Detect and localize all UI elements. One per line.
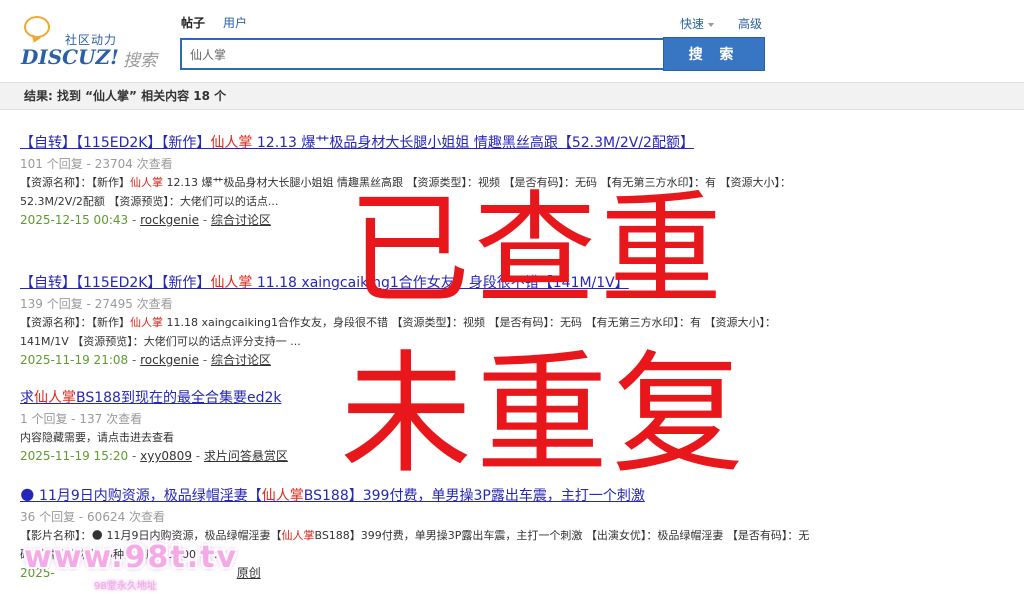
advanced-search-link[interactable]: 高级 [738,15,762,32]
result-footer: 2025-12-15 00:43 - rockgenie - 综合讨论区 [20,213,271,227]
search-button[interactable]: 搜 索 [663,37,765,71]
title-prefix: 求 [20,390,34,406]
post-forum-link[interactable]: 原创 [237,566,261,580]
summary-keyword: 仙人掌 [281,529,315,542]
result-meta: 139 个回复 - 27495 次查看 [20,297,173,311]
post-forum-link[interactable]: 综合讨论区 [211,213,271,227]
quick-search-label: 快速 [680,17,705,31]
title-suffix: BS188到现在的最全合集要ed2k [76,390,282,406]
result-meta: 101 个回复 - 23704 次查看 [20,157,173,171]
result-title-link[interactable]: 【自转】【115ED2K】【新作】仙人掌 12.13 爆艹极品身材大长腿小姐姐 … [20,132,810,154]
post-date: 2025-11-19 15:20 [20,449,129,463]
quick-search-link[interactable]: 快速 [680,15,715,32]
result-title-link[interactable]: 求仙人掌BS188到现在的最全合集要ed2k [20,387,810,409]
post-date: 2025-12-15 00:43 [20,213,129,227]
title-prefix: 【自转】【115ED2K】【新作】 [20,275,211,291]
title-keyword: 仙人掌 [210,135,253,151]
result-summary-bar: 结果: 找到 “仙人掌” 相关内容 18 个 [0,82,1024,110]
summary-prefix: 【影片名称】：🌑 11月9日内购资源，极品绿帽淫妻【 [20,529,282,542]
speech-bubble-icon [24,16,50,38]
result-meta: 1 个回复 - 137 次查看 [20,412,143,426]
title-suffix: BS188】399付费，单男操3P露出车震，主打一个刺激 [303,488,645,504]
result-item: 求仙人掌BS188到现在的最全合集要ed2k 1 个回复 - 137 次查看 内… [20,387,810,465]
title-suffix: 12.13 爆艹极品身材大长腿小姐姐 情趣黑丝高跟【52.3M/2V/2配额】 [252,135,694,151]
title-prefix: 🌑 11月9日内购资源，极品绿帽淫妻【 [20,488,262,504]
search-header: 社区动力 DISCUZ! 搜索 帖子 用户 快速 高级 搜 索 [0,0,1024,82]
result-footer: 2025-11-19 21:08 - rockgenie - 综合讨论区 [20,353,271,367]
title-keyword: 仙人掌 [34,390,76,406]
post-forum-link[interactable]: 综合讨论区 [211,353,271,367]
title-keyword: 仙人掌 [210,275,253,291]
chevron-down-icon [708,22,715,27]
discuz-logo[interactable]: 社区动力 DISCUZ! 搜索 [20,14,165,71]
post-date: 2025- [20,566,55,580]
post-author-link[interactable]: rockgenie [140,353,199,367]
result-summary-text: 【资源名称】：【新作】仙人掌 11.18 xaingcaiking1合作女友，身… [20,313,810,351]
summary-prefix: 【资源名称】：【新作】 [20,176,130,189]
summary-prefix: 内容隐藏需要，请点击进去查看 [20,431,174,444]
post-author-link[interactable]: xyy0809 [140,449,192,463]
result-title-link[interactable]: 🌑 11月9日内购资源，极品绿帽淫妻【仙人掌BS188】399付费，单男操3P露… [20,485,810,507]
summary-keyword: 仙人掌 [130,316,163,329]
result-summary: 结果: 找到 “仙人掌” 相关内容 18 个 [24,89,227,103]
search-input[interactable] [180,38,663,70]
tab-users[interactable]: 用户 [223,14,247,31]
result-title-link[interactable]: 【自转】【115ED2K】【新作】仙人掌 11.18 xaingcaiking1… [20,272,810,294]
result-item: 【自转】【115ED2K】【新作】仙人掌 12.13 爆艹极品身材大长腿小姐姐 … [20,132,810,229]
logo-search-word: 搜索 [123,51,157,71]
result-footer: 2025-11-19 15:20 - xyy0809 - 求片问答悬赏区 [20,449,288,463]
title-suffix: 11.18 xaingcaiking1合作女友，身段很不错【141M/1V】 [252,275,629,291]
tab-posts[interactable]: 帖子 [181,14,205,31]
post-forum-link[interactable]: 求片问答悬赏区 [204,449,288,463]
result-meta: 36 个回复 - 60624 次查看 [20,510,166,524]
result-summary-text: 【资源名称】：【新作】仙人掌 12.13 爆艹极品身材大长腿小姐姐 情趣黑丝高跟… [20,173,810,211]
title-prefix: 【自转】【115ED2K】【新作】 [20,135,211,151]
summary-keyword: 仙人掌 [130,176,163,189]
summary-prefix: 【资源名称】：【新作】 [20,316,130,329]
result-footer: 2025- 原创 [20,564,810,582]
title-keyword: 仙人掌 [261,488,304,504]
post-author-link[interactable]: rockgenie [140,213,199,227]
result-item: 🌑 11月9日内购资源，极品绿帽淫妻【仙人掌BS188】399付费，单男操3P露… [20,485,810,582]
logo-brand: DISCUZ! [21,45,119,69]
result-summary-text: 内容隐藏需要，请点击进去查看 [20,428,810,447]
post-date: 2025-11-19 21:08 [20,353,129,367]
result-item: 【自转】【115ED2K】【新作】仙人掌 11.18 xaingcaiking1… [20,272,810,369]
result-summary-text: 【影片名称】：🌑 11月9日内购资源，极品绿帽淫妻【仙人掌BS188】399付费… [20,526,810,564]
